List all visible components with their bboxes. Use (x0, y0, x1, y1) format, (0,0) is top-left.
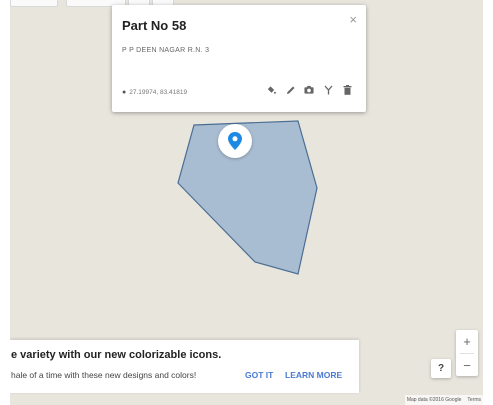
notification-toast: e variety with our new colorizable icons… (10, 340, 359, 393)
map-attribution: Map data ©2016 Google Terms (404, 395, 483, 405)
location-pin-icon: ● (122, 89, 127, 96)
info-window: Part No 58 × P P DEEN NAGAR R.N. 3 ● 27.1… (112, 5, 366, 112)
toast-message: hale of a time with these new designs an… (11, 370, 197, 380)
toast-heading: e variety with our new colorizable icons… (11, 349, 222, 361)
info-title: Part No 58 (122, 18, 187, 33)
got-it-button[interactable]: GOT IT (245, 370, 273, 380)
help-button[interactable]: ? (431, 359, 451, 378)
learn-more-button[interactable]: LEARN MORE (285, 370, 342, 380)
pencil-icon[interactable] (285, 84, 295, 96)
trash-icon[interactable] (342, 84, 352, 96)
zoom-control: + − (456, 330, 478, 376)
close-button[interactable]: × (349, 12, 357, 27)
coordinates-value: 27.19974, 83.41819 (129, 89, 188, 96)
map-data-credit: Map data ©2016 Google (406, 397, 462, 403)
coordinates-readout: ● 27.19974, 83.41819 (122, 89, 187, 96)
paint-bucket-icon[interactable] (266, 84, 276, 96)
camera-icon[interactable] (304, 84, 314, 96)
terms-link[interactable]: Terms (467, 397, 481, 403)
map-canvas[interactable]: Part No 58 × P P DEEN NAGAR R.N. 3 ● 27.1… (10, 0, 483, 405)
route-icon[interactable] (323, 84, 333, 96)
map-pin-icon (228, 132, 242, 150)
selected-marker[interactable] (218, 124, 252, 158)
info-toolbar (266, 84, 352, 96)
zoom-out-button[interactable]: − (456, 354, 478, 377)
info-subtitle: P P DEEN NAGAR R.N. 3 (122, 47, 210, 54)
zoom-in-button[interactable]: + (456, 330, 478, 353)
